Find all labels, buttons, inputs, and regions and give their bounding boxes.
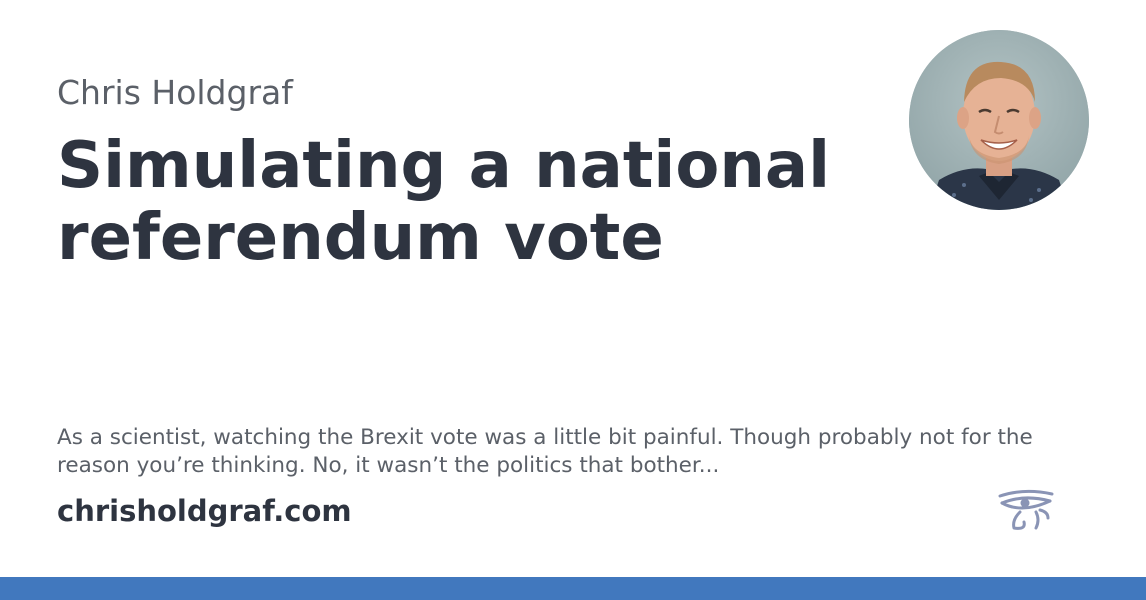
avatar xyxy=(909,30,1089,210)
site-domain[interactable]: chrisholdgraf.com xyxy=(57,492,352,530)
accent-bar xyxy=(0,577,1146,600)
eye-of-horus-icon xyxy=(996,488,1056,532)
page-title: Simulating a national referendum vote xyxy=(57,129,830,275)
author-name: Chris Holdgraf xyxy=(57,73,293,112)
post-excerpt: As a scientist, watching the Brexit vote… xyxy=(57,425,1033,478)
